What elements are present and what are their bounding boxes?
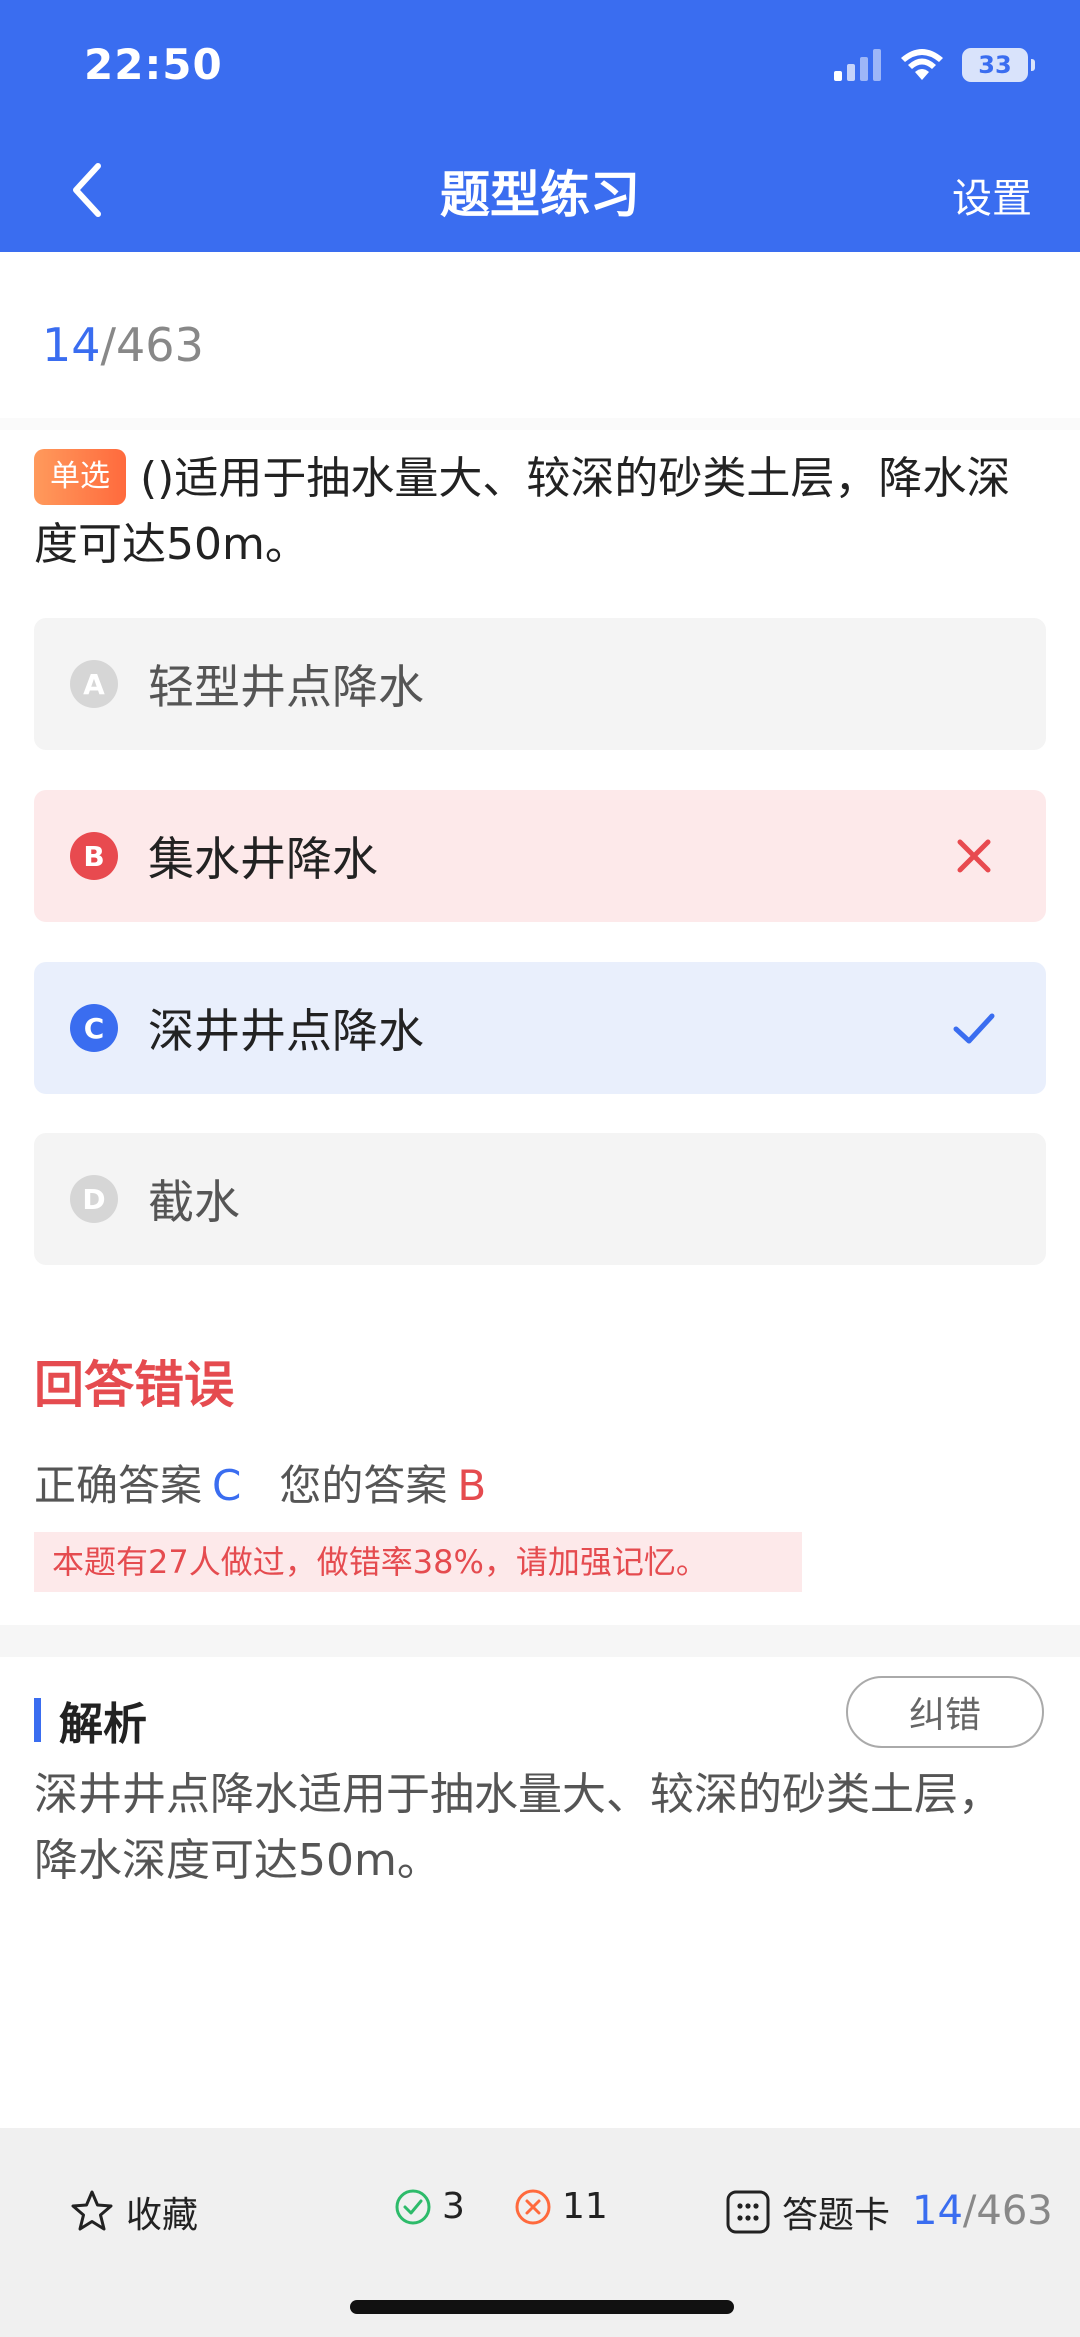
favorite-label: 收藏 [126, 2195, 199, 2236]
analysis-text: 深井井点降水适用于抽水量大、较深的砂类土层，降水深度可达50m。 [34, 1769, 1002, 1886]
check-icon [953, 1013, 995, 1044]
grid-icon [726, 2190, 770, 2234]
option-text: 轻型井点降水 [148, 660, 424, 714]
answer-card-button[interactable]: 答题卡 [724, 2186, 890, 2238]
option-a[interactable]: A 轻型井点降水 [34, 618, 1046, 750]
wrong-count: 11 [514, 2186, 608, 2227]
option-c[interactable]: C 深井井点降水 [34, 962, 1046, 1094]
question-type-badge: 单选 [34, 449, 126, 505]
star-icon [71, 2190, 113, 2231]
header: 22:50 33 题型练习 设置 [0, 0, 1080, 252]
correct-count-value: 3 [442, 2186, 465, 2227]
question-text: ()适用于抽水量大、较深的砂类土层，降水深度可达50m。 [34, 453, 1011, 570]
user-answer-value: B [457, 1461, 487, 1510]
report-error-button[interactable]: 纠错 [846, 1676, 1044, 1748]
option-letter: C [70, 1004, 118, 1052]
accent-bar [34, 1698, 41, 1742]
wifi-icon [901, 49, 943, 80]
correct-answer-label: 正确答案 [34, 1461, 203, 1510]
option-text: 深井井点降水 [148, 1004, 424, 1058]
option-letter: B [70, 832, 118, 880]
analysis-title: 解析 [59, 1699, 147, 1750]
question-progress: 14/463 [42, 318, 204, 372]
result-title: 回答错误 [34, 1356, 234, 1414]
status-time: 22:50 [84, 40, 223, 89]
section-divider [0, 1625, 1080, 1657]
question-stem: 单选 ()适用于抽水量大、较深的砂类土层，降水深度可达50m。 [34, 446, 1054, 578]
correct-answer-value: C [212, 1461, 242, 1510]
check-circle-icon [395, 2189, 431, 2224]
answer-card-label: 答题卡 [782, 2195, 891, 2236]
analysis-header: 解析 [34, 1688, 147, 1752]
home-indicator [350, 2300, 734, 2314]
correct-count: 3 [394, 2186, 465, 2227]
practice-page: 22:50 33 题型练习 设置 14/463 单选()适用于抽水量大、较深的砂… [0, 0, 1080, 2337]
error-rate-banner: 本题有27人做过，做错率38%，请加强记忆。 [34, 1532, 802, 1592]
option-b[interactable]: B 集水井降水 [34, 790, 1046, 922]
x-circle-icon [515, 2189, 551, 2224]
user-answer-label: 您的答案 [279, 1461, 448, 1510]
favorite-button[interactable]: 收藏 [68, 2186, 198, 2238]
option-letter: A [70, 660, 118, 708]
option-d[interactable]: D 截水 [34, 1133, 1046, 1265]
progress-total: /463 [100, 318, 204, 372]
settings-button[interactable]: 设置 [952, 166, 1032, 224]
wrong-count-value: 11 [562, 2186, 608, 2227]
option-text: 集水井降水 [148, 832, 378, 886]
battery-indicator: 33 [962, 48, 1035, 82]
bottom-progress-total: /463 [962, 2188, 1053, 2234]
page-title: 题型练习 [440, 166, 640, 224]
option-text: 截水 [148, 1175, 240, 1229]
cellular-signal-icon [834, 49, 881, 81]
bottom-progress-current: 14 [912, 2188, 963, 2234]
status-icons: 33 [834, 48, 1035, 82]
cross-icon [957, 839, 991, 873]
divider [0, 418, 1080, 430]
answer-summary: 正确答案 C 您的答案 B [34, 1452, 486, 1513]
option-letter: D [70, 1175, 118, 1223]
bottom-progress: 14/463 [912, 2188, 1053, 2234]
progress-current: 14 [42, 318, 101, 372]
